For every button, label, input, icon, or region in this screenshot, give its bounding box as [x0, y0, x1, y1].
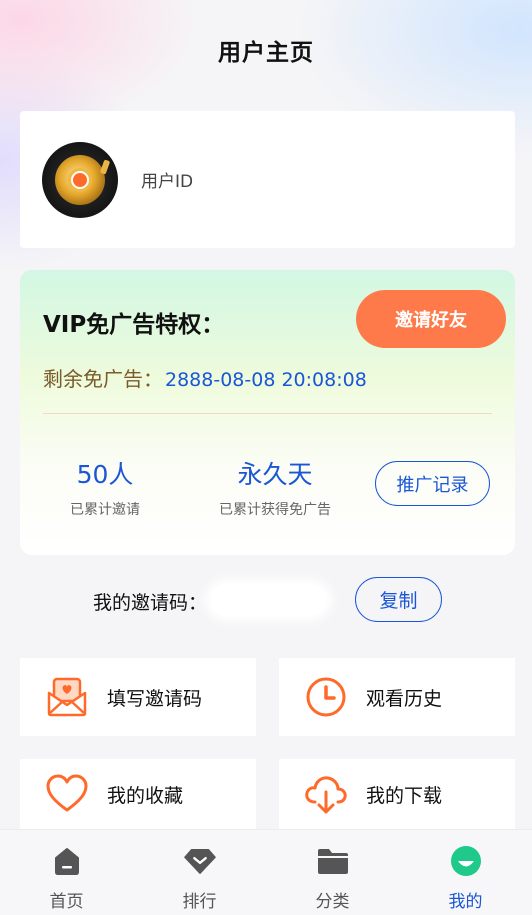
watch-history-tile[interactable]: 观看历史: [279, 658, 515, 736]
remaining-value: 2888-08-08 20:08:08: [165, 369, 367, 391]
tab-label: 分类: [315, 892, 350, 912]
clock-icon: [303, 674, 349, 720]
copy-button[interactable]: 复制: [355, 577, 442, 622]
tile-label: 我的收藏: [107, 784, 184, 807]
tab-label: 排行: [182, 892, 217, 912]
my-downloads-tile[interactable]: 我的下载: [279, 759, 515, 829]
page-header: 用户主页: [0, 0, 532, 100]
folder-icon: [317, 845, 349, 877]
ranking-diamond-icon: [183, 845, 216, 877]
tab-mine[interactable]: 我的: [399, 830, 532, 915]
vip-title: VIP免广告特权：: [43, 312, 225, 338]
page-title: 用户主页: [218, 40, 314, 66]
invite-code-row: 我的邀请码： 复制: [0, 577, 532, 623]
tile-label: 我的下载: [366, 784, 443, 807]
stat-invited-label: 已累计邀请: [70, 502, 140, 518]
invite-code-value: [211, 585, 326, 615]
profile-smile-icon: [450, 845, 482, 877]
remaining-label: 剩余免广告：: [43, 367, 163, 391]
user-id-label: 用户ID: [141, 172, 194, 192]
tab-label: 首页: [49, 892, 84, 912]
home-icon: [51, 845, 83, 877]
stat-ad-free-label: 已累计获得免广告: [219, 502, 331, 518]
tile-label: 填写邀请码: [107, 687, 203, 710]
stat-ad-free-value: 永久天: [237, 460, 313, 489]
tile-label: 观看历史: [366, 687, 443, 710]
stat-invited: 50人 已累计邀请: [50, 455, 160, 519]
gold-coin-avatar-icon[interactable]: [42, 141, 118, 218]
my-favorites-tile[interactable]: 我的收藏: [20, 759, 256, 829]
tab-home[interactable]: 首页: [0, 830, 133, 915]
vip-card: VIP免广告特权： 邀请好友 剩余免广告： 2888-08-08 20:08:0…: [20, 270, 515, 555]
envelope-heart-icon: [44, 674, 90, 720]
stat-ad-free: 永久天 已累计获得免广告: [200, 455, 350, 519]
stat-invited-value: 50人: [76, 460, 134, 489]
tab-category[interactable]: 分类: [266, 830, 399, 915]
heart-icon: [44, 771, 90, 817]
cloud-download-icon: [303, 771, 349, 817]
remaining-ad-free: 剩余免广告： 2888-08-08 20:08:08: [43, 363, 367, 392]
promotion-records-button[interactable]: 推广记录: [375, 461, 490, 506]
tab-ranking[interactable]: 排行: [133, 830, 266, 915]
divider: [43, 413, 492, 414]
invite-code-label: 我的邀请码：: [93, 592, 208, 614]
user-card[interactable]: 用户ID: [20, 111, 515, 248]
invite-friends-button[interactable]: 邀请好友: [356, 290, 506, 348]
tab-label: 我的: [448, 892, 483, 912]
bottom-tab-bar: 首页 排行 分类 我的: [0, 829, 532, 915]
enter-invite-code-tile[interactable]: 填写邀请码: [20, 658, 256, 736]
